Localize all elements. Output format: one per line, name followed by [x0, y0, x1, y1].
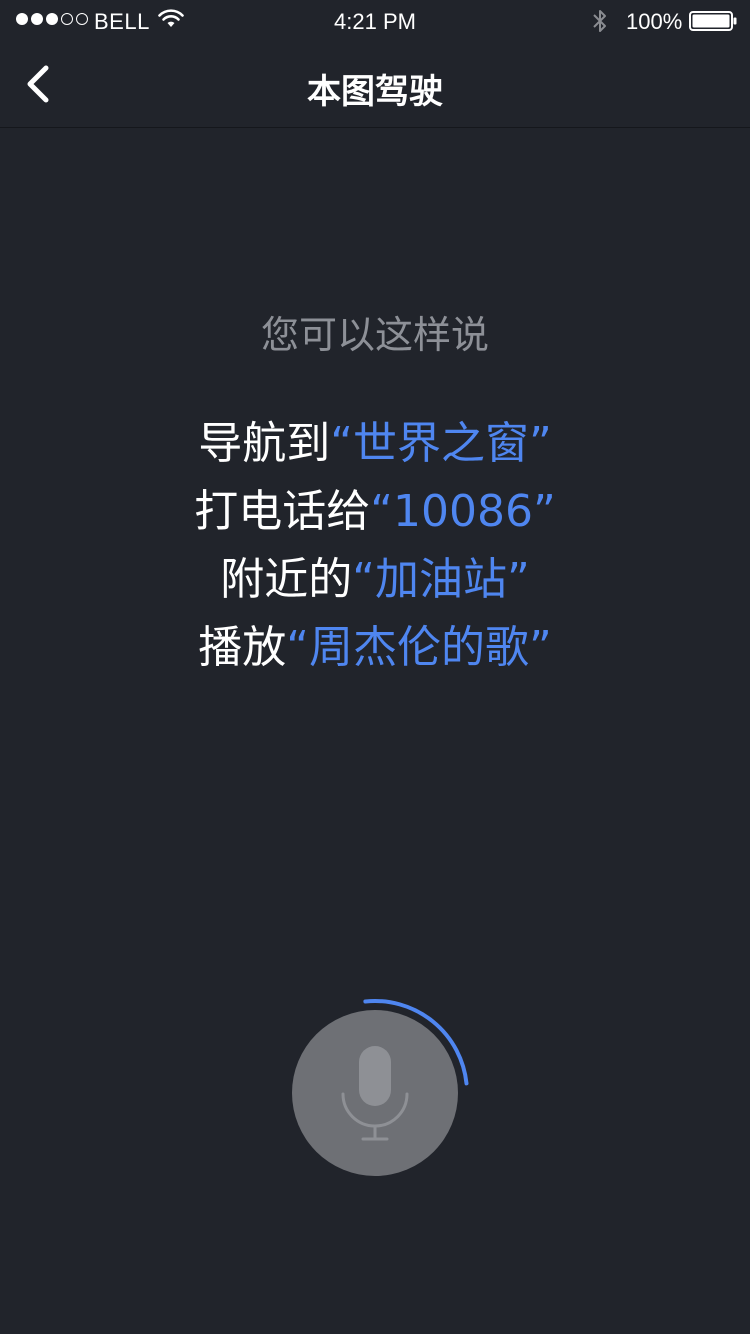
example-command: 附近的“加油站”: [0, 546, 750, 614]
example-command: 打电话给“10086”: [0, 478, 750, 546]
microphone-button[interactable]: [292, 1010, 458, 1176]
example-command-quote: “10086”: [370, 486, 556, 537]
example-command-prefix: 附近的: [220, 554, 353, 605]
example-command-prefix: 导航到: [198, 418, 331, 469]
example-command: 导航到“世界之窗”: [0, 410, 750, 478]
microphone-icon: [341, 1046, 409, 1141]
hint-title: 您可以这样说: [260, 313, 489, 357]
bluetooth-icon: [593, 10, 606, 32]
example-command-quote: “加油站”: [352, 554, 530, 605]
navigation-bar: 本图驾驶: [0, 40, 750, 128]
battery-percentage: 100%: [626, 9, 683, 34]
example-command-prefix: 播放: [198, 622, 287, 673]
status-bar: BELL 4:21 PM 100%: [0, 0, 750, 40]
example-command: 播放“周杰伦的歌”: [0, 614, 750, 682]
example-command-quote: “世界之窗”: [330, 418, 552, 469]
example-command-quote: “周杰伦的歌”: [286, 622, 552, 673]
example-command-prefix: 打电话给: [194, 486, 371, 537]
page-title: 本图驾驶: [307, 72, 443, 112]
example-commands-list: 导航到“世界之窗” 打电话给“10086” 附近的“加油站” 播放“周杰伦的歌”: [0, 410, 750, 682]
voice-input-area: [270, 988, 490, 1188]
battery-icon: [689, 11, 737, 31]
